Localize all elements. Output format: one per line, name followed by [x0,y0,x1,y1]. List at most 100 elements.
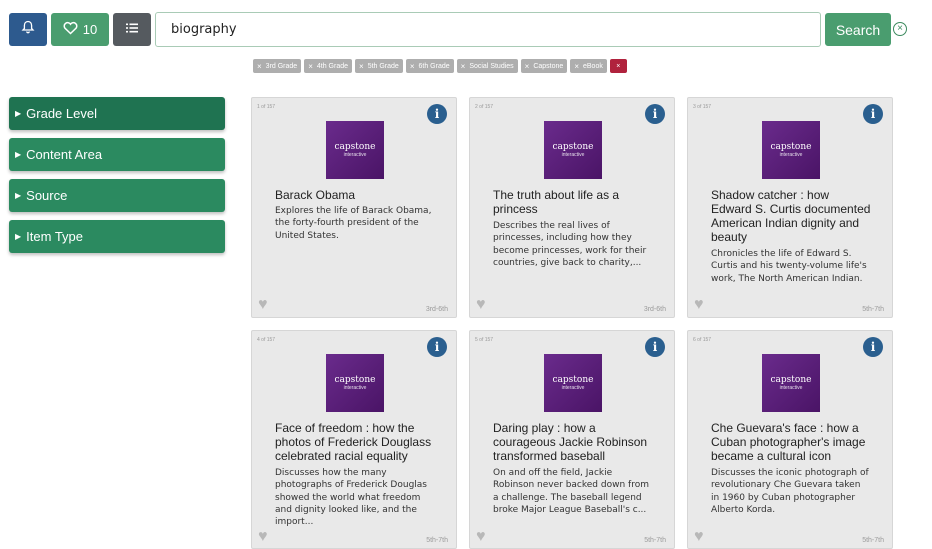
favorite-heart-icon[interactable]: ♥ [694,297,710,313]
filter-tag-label: Capstone [533,62,564,70]
cover-brand: capstone [334,142,376,152]
filter-tag-label: eBook [582,62,603,70]
remove-tag-icon: × [524,61,530,71]
filter-tag-label: Social Studies [469,62,514,70]
cover-sub: interactive [343,385,367,391]
info-icon[interactable]: i [863,104,883,124]
result-title[interactable]: Shadow catcher : how Edward S. Curtis do… [711,188,871,244]
grade-range: 3rd-6th [643,306,666,313]
result-index: 1 of 157 [257,104,276,110]
result-description: On and off the field, Jackie Robinson ne… [493,468,649,515]
result-description: Describes the real lives of princesses, … [493,221,647,268]
cover-sub: interactive [343,152,367,158]
result-index: 6 of 157 [693,337,712,343]
result-card[interactable]: 3 of 157 i capstone interactive Shadow ca… [687,97,893,318]
favorite-heart-icon[interactable]: ♥ [476,529,492,545]
filter-tag-label: 4th Grade [316,62,349,70]
filter-tag[interactable]: × 3rd Grade [253,59,302,73]
cover-sub: interactive [779,385,803,391]
result-index: 4 of 157 [257,337,276,343]
result-description: Discusses how the many photographs of Fr… [275,468,427,528]
remove-tag-icon: × [257,61,262,71]
info-icon[interactable]: i [427,337,447,357]
info-icon[interactable]: i [427,104,447,124]
result-title[interactable]: Face of freedom : how the photos of Fred… [275,421,435,463]
list-icon [125,21,139,39]
filter-tag[interactable]: × 4th Grade [304,59,353,73]
remove-tag-icon: × [308,61,313,71]
filter-tag[interactable]: × Capstone [520,59,568,73]
result-index: 3 of 157 [693,104,712,110]
clear-search-icon[interactable]: × [893,22,907,36]
filter-content-area[interactable]: ▶ Content Area [9,138,225,171]
result-title[interactable]: Che Guevara's face : how a Cuban photogr… [711,421,871,463]
filter-label: Source [26,188,68,203]
grade-range: 5th-7th [426,537,448,544]
result-card[interactable]: 6 of 157 i capstone interactive Che Gueva… [687,330,893,549]
caret-right-icon: ▶ [15,191,22,200]
grade-range: 3rd-6th [425,306,448,313]
result-description: Discusses the iconic photograph of revol… [711,468,869,515]
cover-brand: capstone [334,375,376,385]
cover-sub: interactive [779,152,803,158]
favorite-heart-icon[interactable]: ♥ [694,529,710,545]
filter-tag-label: 6th Grade [418,62,450,70]
filter-tag[interactable]: × eBook [570,59,607,73]
filter-tag[interactable]: × 6th Grade [405,59,454,73]
book-cover-image[interactable]: capstone interactive [762,354,820,412]
notifications-button[interactable] [9,13,47,46]
heart-outline-icon [63,21,78,38]
caret-right-icon: ▶ [15,232,22,241]
filter-label: Item Type [26,229,83,244]
favorites-button[interactable]: 10 [51,13,109,46]
filter-tag[interactable]: × 5th Grade [355,59,403,73]
bell-icon [21,20,35,39]
clear-all-tags-button[interactable]: × [609,59,627,73]
result-index: 2 of 157 [475,104,494,110]
cover-brand: capstone [552,142,594,152]
book-cover-image[interactable]: capstone interactive [544,121,602,179]
info-icon[interactable]: i [863,337,883,357]
info-icon[interactable]: i [645,337,665,357]
book-cover-image[interactable]: capstone interactive [326,121,384,179]
remove-tag-icon: × [409,61,415,71]
info-icon[interactable]: i [645,104,665,124]
book-cover-image[interactable]: capstone interactive [326,354,384,412]
book-cover-image[interactable]: capstone interactive [544,354,602,412]
remove-tag-icon: × [574,61,579,71]
result-title[interactable]: Barack Obama [275,188,435,202]
filter-sidebar: ▶ Grade Level ▶ Content Area ▶ Source ▶ Item… [9,97,225,261]
grade-range: 5th-7th [862,537,884,544]
favorites-count: 10 [82,22,98,37]
cover-brand: capstone [770,375,812,385]
search-button[interactable]: Search [825,13,891,46]
list-view-button[interactable] [113,13,151,46]
result-title[interactable]: Daring play : how a courageous Jackie Ro… [493,421,653,463]
favorite-heart-icon[interactable]: ♥ [258,297,274,313]
search-input[interactable] [155,12,821,47]
result-card[interactable]: 4 of 157 i capstone interactive Face of f… [251,330,457,549]
result-index: 5 of 157 [475,337,494,343]
result-title[interactable]: The truth about life as a princess [493,188,653,216]
filter-tag-label: 3rd Grade [265,62,298,70]
book-cover-image[interactable]: capstone interactive [762,121,820,179]
caret-right-icon: ▶ [15,109,22,118]
filter-label: Grade Level [26,106,97,121]
favorite-heart-icon[interactable]: ♥ [258,529,274,545]
filter-source[interactable]: ▶ Source [9,179,225,212]
result-description: Explores the life of Barack Obama, the f… [275,206,432,241]
filter-label: Content Area [26,147,103,162]
result-card[interactable]: 1 of 157 i capstone interactive Barack Ob… [251,97,457,318]
filter-grade-level[interactable]: ▶ Grade Level [9,97,225,130]
favorite-heart-icon[interactable]: ♥ [476,297,492,313]
cover-brand: capstone [552,375,594,385]
remove-tag-icon: × [359,61,364,71]
grade-range: 5th-7th [862,306,884,313]
result-card[interactable]: 2 of 157 i capstone interactive The truth… [469,97,675,318]
result-card[interactable]: 5 of 157 i capstone interactive Daring pl… [469,330,675,549]
cover-sub: interactive [561,152,585,158]
filter-item-type[interactable]: ▶ Item Type [9,220,225,253]
app-root: 10 Search × ×3rd Grade ×4th Grade ×5th G… [0,0,932,549]
cover-sub: interactive [561,385,585,391]
filter-tag[interactable]: × Social Studies [456,59,518,73]
